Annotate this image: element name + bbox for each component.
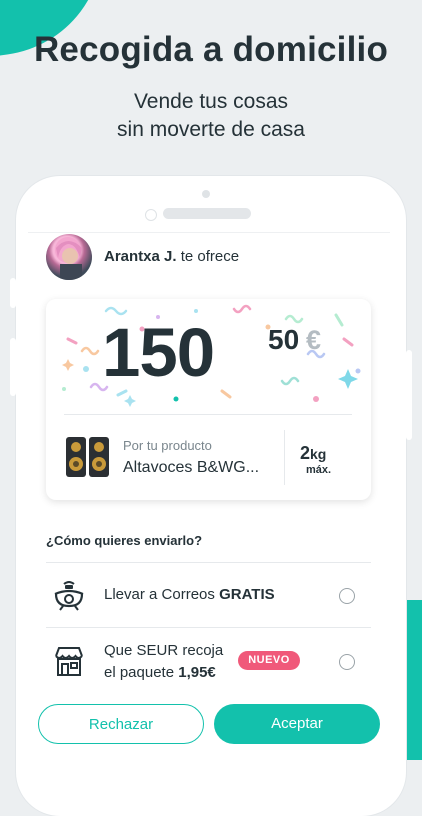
option-correos-label: Llevar a Correos [104, 586, 220, 603]
new-badge: NUEVO [238, 651, 300, 670]
option-seur-line1: Que SEUR recoja [104, 642, 224, 659]
phone-side-button [406, 350, 412, 440]
phone-side-button [10, 338, 16, 396]
weight-separator [284, 430, 285, 485]
promo-subline-2: sin moverte de casa [117, 118, 305, 141]
sender-action: te ofrece [180, 248, 240, 265]
max-weight: 2kg [300, 443, 326, 464]
card-divider [64, 414, 352, 415]
max-weight-note: máx. [306, 464, 332, 476]
promo-subline-1: Vende tus cosas [133, 90, 289, 113]
product-label: Por tu producto [123, 438, 212, 453]
promo-subline: Vende tus cosas sin moverte de casa [0, 88, 422, 144]
max-weight-value: 2 [300, 443, 311, 463]
phone-speaker [163, 208, 251, 219]
option-seur-line2-wrap: el paquete 1,95€ [104, 662, 223, 684]
offer-price-integer: 150 [102, 314, 215, 391]
phone-camera [202, 190, 210, 198]
product-name: Altavoces B&WG... [123, 459, 260, 476]
option-correos-price: GRATIS [219, 586, 275, 603]
radio-seur[interactable] [339, 654, 355, 670]
option-correos-text[interactable]: Llevar a Correos GRATIS [104, 584, 275, 606]
option-divider [46, 562, 371, 563]
option-seur-price: 1,95€ [178, 664, 216, 681]
option-seur-line2: el paquete [104, 664, 179, 681]
seur-store-icon [55, 647, 83, 676]
avatar[interactable] [46, 234, 92, 280]
shipping-question: ¿Cómo quieres enviarlo? [46, 533, 203, 548]
offer-price-decimals: 50 [268, 324, 300, 355]
accept-button[interactable]: Aceptar [214, 704, 380, 744]
promo-headline: Recogida a domicilio [33, 30, 389, 69]
offer-sender: Arantxa J. te ofrece [104, 248, 239, 265]
phone-sensor [145, 209, 157, 221]
sender-name: Arantxa J. [104, 248, 177, 265]
reject-button[interactable]: Rechazar [38, 704, 204, 744]
screen-top-border [28, 232, 390, 233]
radio-correos[interactable] [339, 588, 355, 604]
correos-postal-horn-icon [54, 581, 84, 611]
option-divider [46, 627, 371, 628]
product-thumbnail [66, 437, 109, 477]
offer-price-currency: € [306, 325, 322, 355]
option-seur-text[interactable]: Que SEUR recoja el paquete 1,95€ [104, 640, 223, 684]
max-weight-unit: kg [310, 446, 327, 462]
phone-side-button [10, 278, 16, 308]
